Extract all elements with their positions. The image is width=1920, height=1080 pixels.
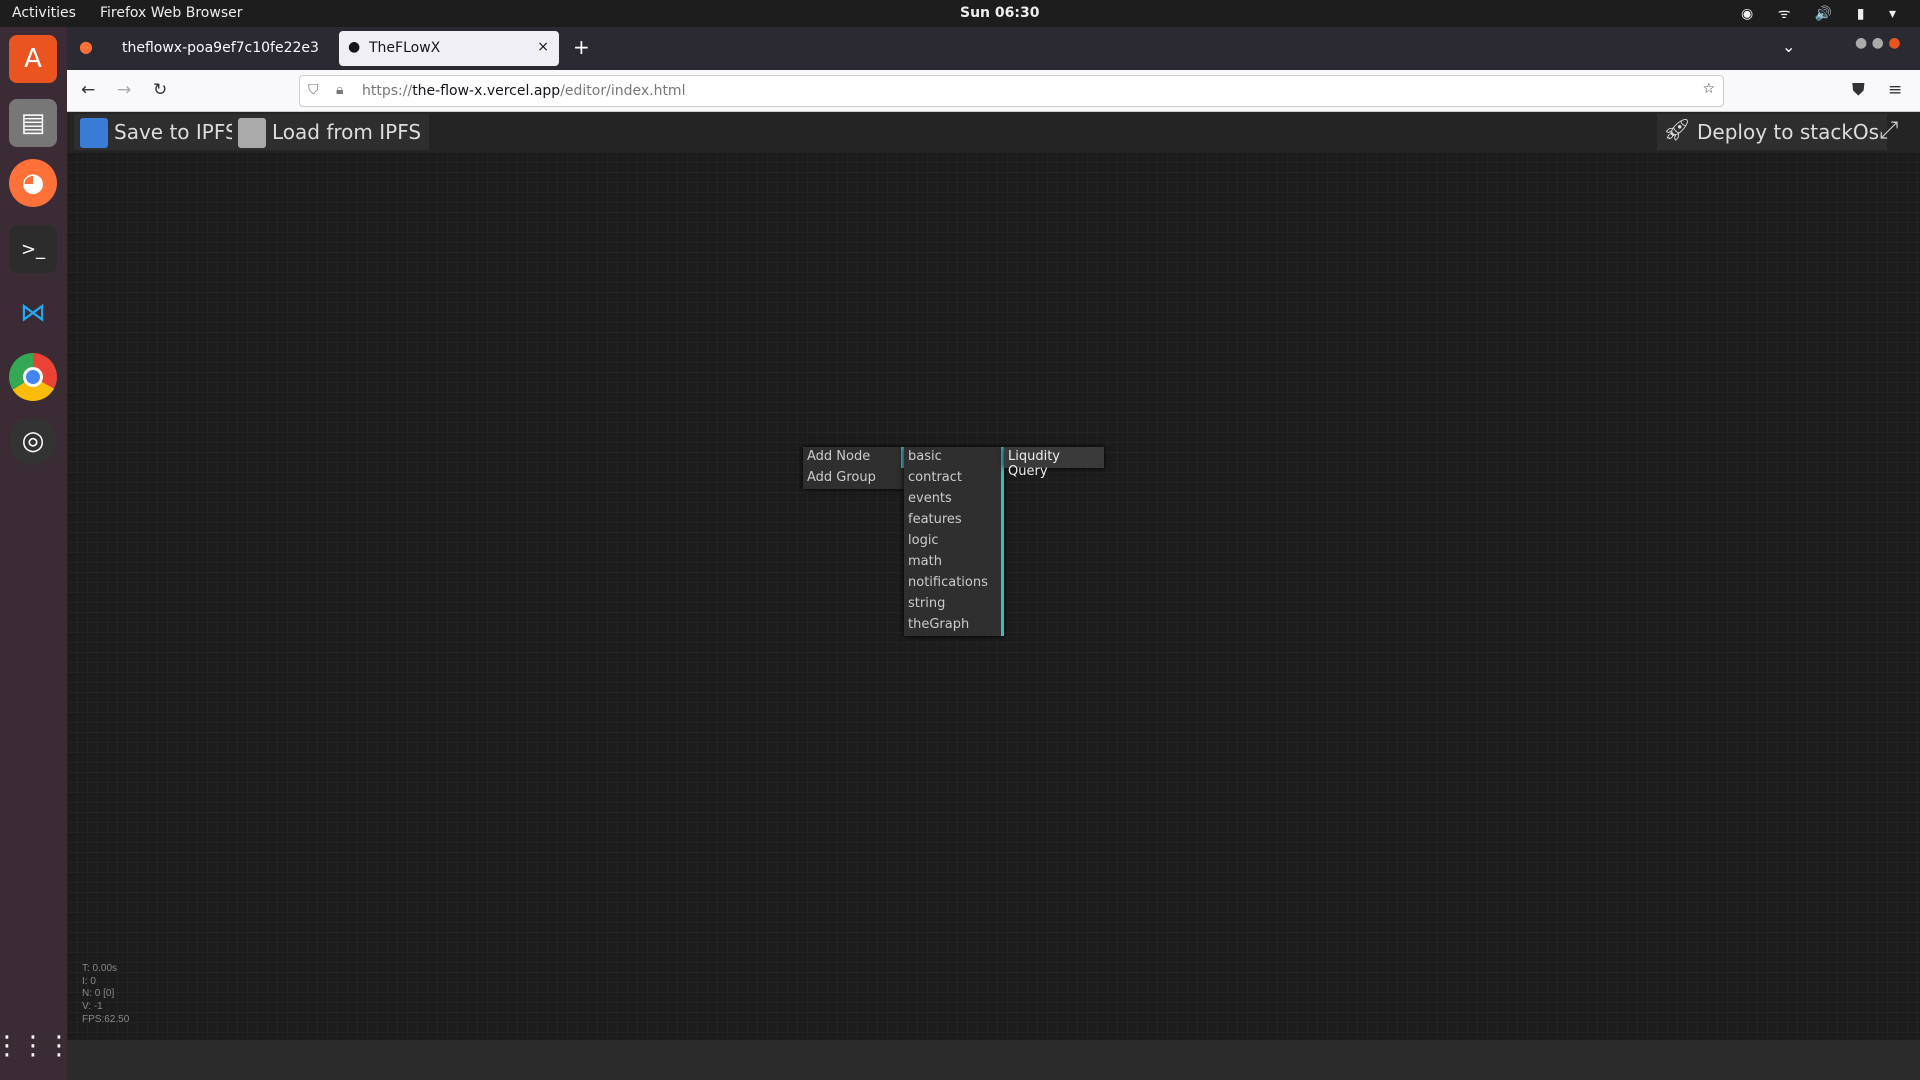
save-to-ipfs-button[interactable]: Save to IPFS	[74, 114, 246, 150]
tab-bar: ● theflowx-poa9ef7c10fe22e3× ●TheFLowX× …	[67, 27, 1920, 70]
tab-theflowx[interactable]: ● TheFLowX ×	[339, 31, 559, 66]
new-tab-icon[interactable]: +	[573, 35, 590, 59]
lock-icon[interactable]: 🔒︎	[336, 82, 343, 98]
site-icon: ●	[348, 39, 361, 55]
bottom-panel	[67, 1040, 1920, 1080]
category-features[interactable]: features	[904, 510, 1004, 531]
firefox-view-icon[interactable]: ●	[79, 37, 93, 56]
load-from-ipfs-button[interactable]: Load from IPFS	[232, 114, 430, 150]
app-toolbar: Save to IPFS Load from IPFS 🚀︎ Deploy to …	[67, 112, 1920, 152]
pocket-icon[interactable]: ⛊	[1852, 80, 1865, 100]
stat-version: V: -1	[82, 1001, 103, 1013]
category-thegraph[interactable]: theGraph	[904, 615, 1004, 636]
menu-icon[interactable]: ≡	[1888, 80, 1902, 100]
obs-icon[interactable]: ◎	[9, 417, 57, 465]
forward-icon[interactable]: →	[117, 80, 131, 100]
app-menu[interactable]: Firefox Web Browser	[100, 5, 243, 21]
system-top-bar: Activities Firefox Web Browser Sun 06:30…	[0, 0, 1920, 27]
stat-nodes: N: 0 [0]	[82, 988, 115, 1000]
files-icon[interactable]: ▤	[9, 99, 57, 147]
category-basic[interactable]: basic	[904, 447, 1004, 468]
category-contract[interactable]: contract	[904, 468, 1004, 489]
menu-item-add-node[interactable]: Add Node	[803, 447, 904, 468]
rocket-icon: 🚀︎	[1663, 118, 1691, 143]
firefox-icon[interactable]: ◕	[9, 159, 57, 207]
reload-icon[interactable]: ↻	[153, 80, 167, 100]
chrome-icon[interactable]	[9, 353, 57, 401]
activities-button[interactable]: Activities	[12, 5, 76, 21]
window-controls[interactable]: ● ● ●	[1855, 35, 1901, 51]
vscode-icon[interactable]: ⋈	[9, 289, 57, 337]
show-apps-icon[interactable]: ⋮⋮⋮	[0, 1022, 72, 1070]
category-events[interactable]: events	[904, 489, 1004, 510]
url-scheme: https://	[362, 83, 413, 99]
node-liquidity-query[interactable]: Liqudity Query	[1004, 447, 1104, 479]
node-submenu: Liqudity Query	[1004, 447, 1104, 479]
floppy-icon	[80, 118, 108, 148]
menu-item-add-group[interactable]: Add Group	[803, 468, 904, 489]
dock: A ▤ ◕ >_ ⋈ ◎ ⋮⋮⋮	[0, 27, 72, 1080]
terminal-icon[interactable]: >_	[9, 225, 57, 273]
tab-list-icon[interactable]: ⌄	[1782, 37, 1795, 56]
stat-fps: FPS:62.50	[82, 1013, 130, 1025]
canvas-stats: T: 0.00s I: 0 N: 0 [0] V: -1 FPS:62.50	[82, 963, 129, 1027]
url-path: /editor/index.html	[560, 83, 686, 99]
fullscreen-icon[interactable]: ⤢	[1879, 116, 1898, 144]
save-label: Save to IPFS	[114, 120, 238, 144]
bookmark-star-icon[interactable]: ☆	[1702, 81, 1715, 97]
back-icon[interactable]: ←	[81, 80, 95, 100]
tab-label: theflowx-poa9ef7c10fe22e3	[122, 40, 319, 56]
import-icon	[238, 118, 266, 148]
load-label: Load from IPFS	[272, 120, 422, 144]
context-menu: Add Node Add Group	[803, 447, 904, 489]
shield-icon[interactable]: ⛉	[308, 82, 319, 98]
stat-time: T: 0.00s	[82, 963, 118, 974]
system-tray[interactable]: ◉ ᯤ 🔊 ▮ ▾	[1741, 4, 1906, 23]
tab-label: TheFLowX	[369, 40, 441, 56]
clock[interactable]: Sun 06:30	[960, 5, 1039, 21]
navigation-bar: ← → ↻ ⛉ 🔒︎ https://the-flow-x.vercel.app…	[67, 70, 1920, 112]
category-string[interactable]: string	[904, 594, 1004, 615]
software-icon[interactable]: A	[9, 35, 57, 83]
deploy-label: Deploy to stackOs	[1697, 120, 1880, 144]
category-math[interactable]: math	[904, 552, 1004, 573]
stat-iterations: I: 0	[82, 975, 96, 987]
deploy-button[interactable]: 🚀︎ Deploy to stackOs	[1657, 114, 1888, 150]
close-tab-icon[interactable]: ×	[537, 39, 549, 55]
url-bar[interactable]: ⛉ 🔒︎ https://the-flow-x.vercel.app/edito…	[299, 75, 1724, 107]
category-notifications[interactable]: notifications	[904, 573, 1004, 594]
category-logic[interactable]: logic	[904, 531, 1004, 552]
url-host: the-flow-x.vercel.app	[412, 83, 561, 99]
category-submenu: basic contract events features logic mat…	[904, 447, 1004, 636]
